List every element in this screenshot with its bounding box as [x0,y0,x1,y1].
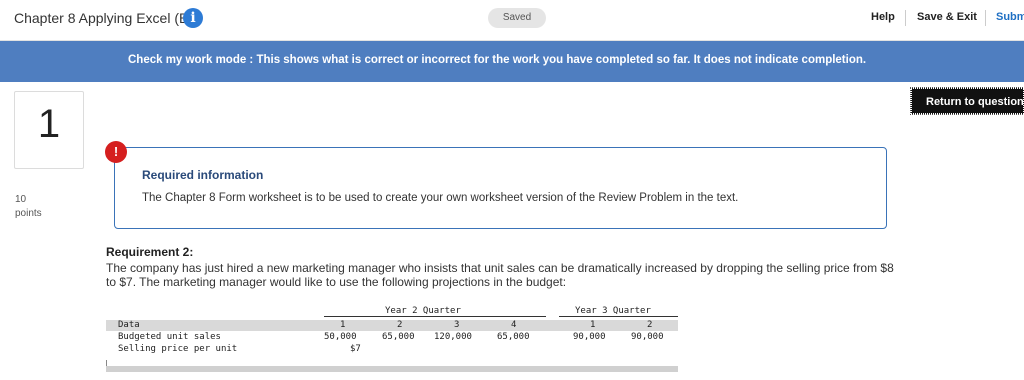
requirement-text: The company has just hired a new marketi… [106,261,894,289]
quarter-header: 1 [590,320,596,330]
table-cell: 120,000 [434,332,472,342]
submit-button[interactable]: Subm [996,11,1024,23]
table-cell: 50,000 [324,332,357,342]
check-my-work-banner: Check my work mode : This shows what is … [0,41,1024,82]
table-cell: 65,000 [382,332,415,342]
required-information-card: Required information The Chapter 8 Form … [114,147,887,229]
divider [985,10,986,26]
required-information-text: The Chapter 8 Form worksheet is to be us… [142,192,739,204]
top-bar: Chapter 8 Applying Excel (B) i Saved Hel… [0,0,1024,41]
assignment-title: Chapter 8 Applying Excel (B) [14,10,193,26]
points-value: 10 [15,194,27,205]
alert-icon: ! [105,141,127,163]
year3-quarter-header: Year 3 Quarter [575,306,651,316]
question-number-box: 1 [14,91,84,169]
points-label: points [15,208,42,219]
table-cell: 90,000 [631,332,664,342]
divider [905,10,906,26]
help-link[interactable]: Help [871,11,895,23]
table-cell: $7 [350,344,361,354]
row-label: Budgeted unit sales [118,332,221,342]
banner-text: Check my work mode : This shows what is … [128,54,867,66]
quarter-header: 1 [340,320,346,330]
table-bottom-bar [106,366,678,372]
quarter-header: 2 [647,320,653,330]
return-to-question-button[interactable]: Return to question [910,87,1024,115]
year2-quarter-header: Year 2 Quarter [385,306,461,316]
row-label: Selling price per unit [118,344,238,354]
year2-underline [324,316,546,317]
quarter-header: 3 [454,320,460,330]
save-exit-button[interactable]: Save & Exit [917,11,977,23]
quarter-header: 4 [511,320,517,330]
table-cell: 65,000 [497,332,530,342]
year3-underline [559,316,678,317]
table-cell: 90,000 [573,332,606,342]
worksheet-table: Year 2 Quarter Year 3 Quarter Data 1 2 3… [106,302,678,380]
requirement-title: Requirement 2: [106,245,194,259]
data-header-label: Data [118,320,140,330]
quarter-header: 2 [397,320,403,330]
info-icon[interactable]: i [183,8,203,28]
required-information-title: Required information [142,168,264,182]
saved-status-badge: Saved [488,8,546,28]
question-number: 1 [37,102,61,146]
